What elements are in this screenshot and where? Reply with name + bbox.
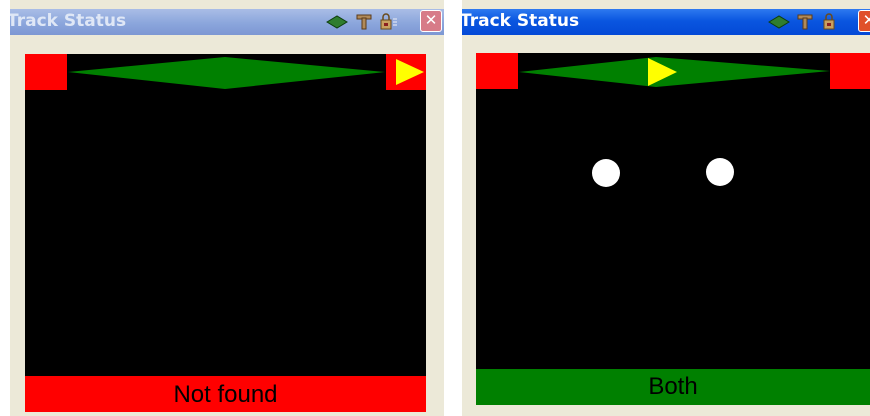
diamond-icon[interactable] bbox=[326, 13, 348, 31]
title-bar[interactable]: Track Status ✕ bbox=[10, 9, 444, 35]
lock-icon[interactable] bbox=[822, 13, 840, 31]
t-pin-icon[interactable] bbox=[796, 13, 814, 31]
t-pin-icon[interactable] bbox=[355, 13, 373, 31]
window-title: Track Status bbox=[10, 11, 127, 31]
close-button[interactable]: ✕ bbox=[858, 10, 870, 32]
status-bar: Both bbox=[476, 369, 870, 405]
track-graphic bbox=[25, 54, 426, 90]
lock-icon[interactable] bbox=[379, 13, 399, 31]
window-title: Track Status bbox=[462, 11, 580, 31]
detected-object bbox=[592, 159, 620, 187]
status-bar: Not found bbox=[25, 376, 426, 412]
close-button[interactable]: ✕ bbox=[420, 10, 442, 32]
track-display: Both bbox=[476, 53, 870, 405]
left-end-marker bbox=[476, 53, 518, 89]
track-display: Not found bbox=[25, 54, 426, 412]
status-text: Both bbox=[648, 373, 698, 400]
track-band bbox=[68, 57, 385, 89]
track-status-window-inactive: Track Status ✕ Not found bbox=[10, 0, 444, 416]
track-status-window-active: Track Status ✕ Both bbox=[462, 0, 870, 416]
track-graphic bbox=[476, 53, 870, 187]
title-bar[interactable]: Track Status ✕ bbox=[462, 9, 870, 35]
left-end-marker bbox=[25, 54, 67, 90]
diamond-icon[interactable] bbox=[768, 13, 790, 31]
status-text: Not found bbox=[173, 381, 278, 408]
detected-object bbox=[706, 158, 734, 186]
right-end-marker bbox=[830, 53, 870, 89]
